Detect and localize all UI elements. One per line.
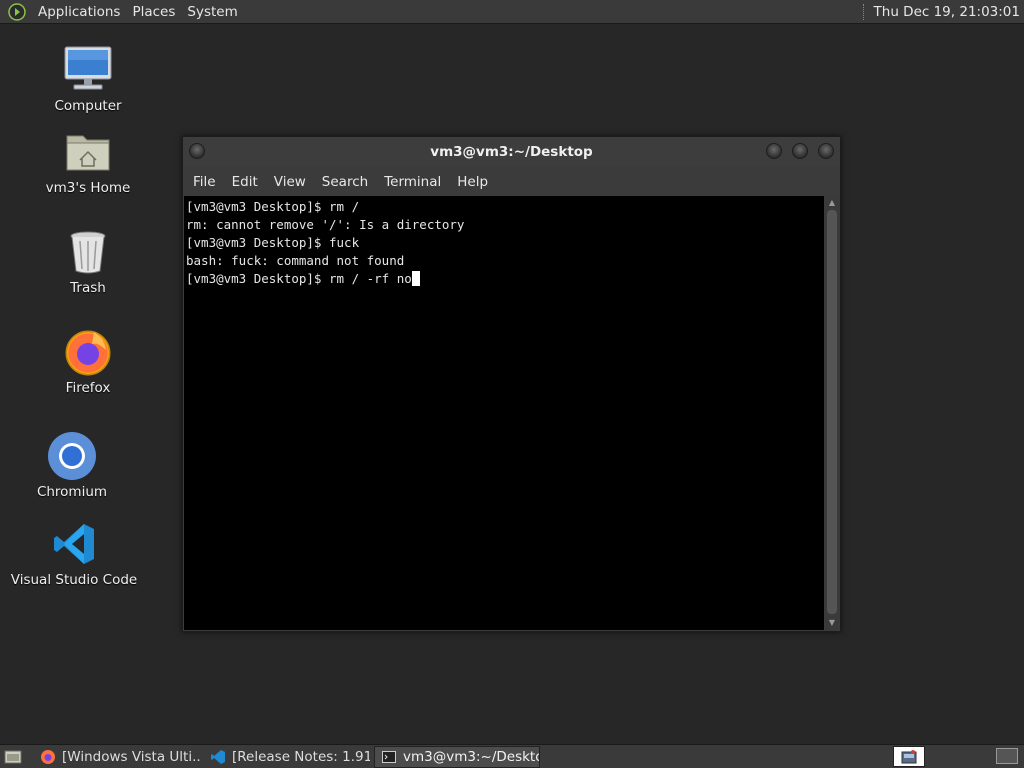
show-desktop-button[interactable] xyxy=(2,746,24,768)
menu-system[interactable]: System xyxy=(181,0,243,24)
vscode-icon xyxy=(48,518,100,570)
taskbar-task-windows-vista[interactable]: [Windows Vista Ulti... xyxy=(34,746,200,768)
terminal-window[interactable]: vm3@vm3:~/Desktop File Edit View Search … xyxy=(182,136,841,632)
taskbar-task-release-notes[interactable]: [Release Notes: 1.91... xyxy=(204,746,370,768)
home-folder-icon xyxy=(62,126,114,178)
taskbar-task-terminal[interactable]: vm3@vm3:~/Desktop xyxy=(374,745,540,768)
tray-app-button[interactable] xyxy=(893,746,925,767)
terminal-icon xyxy=(381,749,397,765)
top-panel: Applications Places System Thu Dec 19, 2… xyxy=(0,0,1024,24)
computer-icon xyxy=(62,44,114,96)
scrollbar-thumb[interactable] xyxy=(827,210,837,614)
close-button[interactable] xyxy=(818,143,834,159)
vscode-icon xyxy=(210,749,226,765)
panel-right: Thu Dec 19, 21:03:01 xyxy=(862,0,1024,24)
desktop-icon-label: Chromium xyxy=(36,484,108,500)
desktop-icon-home[interactable]: vm3's Home xyxy=(28,126,148,196)
workspace-switcher[interactable] xyxy=(996,748,1018,764)
task-label: vm3@vm3:~/Desktop xyxy=(403,748,540,765)
menu-edit[interactable]: Edit xyxy=(226,174,264,190)
scroll-down-arrow-icon[interactable]: ▼ xyxy=(825,616,839,630)
panel-separator xyxy=(862,3,866,20)
trash-icon xyxy=(62,226,114,278)
scroll-up-arrow-icon[interactable]: ▲ xyxy=(825,196,839,210)
terminal-line: bash: fuck: command not found xyxy=(186,253,405,268)
minimize-button[interactable] xyxy=(766,143,782,159)
window-title: vm3@vm3:~/Desktop xyxy=(430,144,593,160)
text-cursor xyxy=(411,271,420,286)
desktop-icon-vscode[interactable]: Visual Studio Code xyxy=(10,518,138,588)
desktop-icon-label: vm3's Home xyxy=(45,180,131,196)
desktop-icon-label: Firefox xyxy=(65,380,111,396)
terminal-prompt-line[interactable]: [vm3@vm3 Desktop]$ rm / -rf no xyxy=(186,270,824,288)
terminal-line: [vm3@vm3 Desktop]$ rm / xyxy=(186,199,360,214)
desktop-icon-label: Trash xyxy=(70,280,106,296)
desktop-icon-chromium[interactable]: Chromium xyxy=(12,430,132,500)
desktop-icon-computer[interactable]: Computer xyxy=(28,44,148,114)
menu-applications[interactable]: Applications xyxy=(32,0,126,24)
desktop-icon-trash[interactable]: Trash xyxy=(28,226,148,296)
terminal-current-input: [vm3@vm3 Desktop]$ rm / -rf no xyxy=(186,271,412,286)
menu-search[interactable]: Search xyxy=(316,174,374,190)
window-titlebar[interactable]: vm3@vm3:~/Desktop xyxy=(183,137,840,167)
terminal-line: rm: cannot remove '/': Is a directory xyxy=(186,217,465,232)
terminal-scrollbar[interactable]: ▲ ▼ xyxy=(825,196,839,630)
firefox-icon xyxy=(40,749,56,765)
desktop-icon-firefox[interactable]: Firefox xyxy=(28,326,148,396)
terminal-output[interactable]: [vm3@vm3 Desktop]$ rm / rm: cannot remove… xyxy=(184,196,824,630)
bottom-panel: [Windows Vista Ulti... [Release Notes: 1… xyxy=(0,744,1024,768)
tray-app-icon xyxy=(901,749,917,763)
clock[interactable]: Thu Dec 19, 21:03:01 xyxy=(874,4,1024,20)
applications-logo-icon[interactable] xyxy=(8,2,26,21)
task-label: [Windows Vista Ulti... xyxy=(62,748,200,765)
menu-terminal[interactable]: Terminal xyxy=(378,174,447,190)
desktop-icon-label: Computer xyxy=(54,98,122,114)
menu-file[interactable]: File xyxy=(187,174,222,190)
terminal-menubar: File Edit View Search Terminal Help xyxy=(183,168,840,196)
chromium-icon xyxy=(46,430,98,482)
task-label: [Release Notes: 1.91... xyxy=(232,748,370,765)
menu-places[interactable]: Places xyxy=(126,0,181,24)
maximize-button[interactable] xyxy=(792,143,808,159)
show-desktop-icon xyxy=(4,750,22,763)
firefox-icon xyxy=(62,326,114,378)
menu-view[interactable]: View xyxy=(268,174,312,190)
desktop-icon-label: Visual Studio Code xyxy=(10,572,138,588)
terminal-line: [vm3@vm3 Desktop]$ fuck xyxy=(186,235,360,250)
menu-help[interactable]: Help xyxy=(451,174,494,190)
